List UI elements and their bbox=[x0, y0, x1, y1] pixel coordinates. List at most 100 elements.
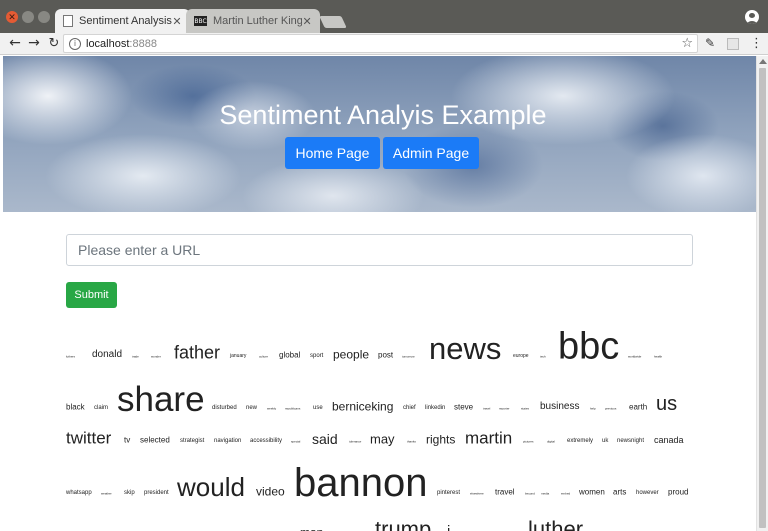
word-cloud-word: digital bbox=[547, 439, 555, 444]
extension-icon[interactable] bbox=[727, 38, 739, 50]
browser-title-bar: ✕ Sentiment Analysis ✕ BBC Martin Luther… bbox=[0, 0, 768, 33]
submit-button[interactable]: Submit bbox=[66, 282, 117, 308]
url-host: localhost bbox=[86, 37, 130, 50]
tab-martin-luther-king[interactable]: BBC Martin Luther King ✕ bbox=[186, 9, 320, 33]
back-arrow-icon[interactable]: ← bbox=[7, 34, 23, 52]
word-cloud-word: elsewhere bbox=[470, 491, 484, 496]
word-cloud-word: twitter bbox=[66, 428, 112, 448]
browser-toolbar: ← → ↻ i localhost:8888 ☆ bbox=[0, 33, 768, 55]
word-cloud-word: man bbox=[300, 526, 323, 531]
word-cloud-word: special bbox=[291, 439, 301, 444]
word-cloud: luthers donald trade wonder father january cul… bbox=[64, 322, 704, 531]
address-bar[interactable]: i localhost:8888 ☆ bbox=[63, 34, 698, 53]
tab-close-icon[interactable]: ✕ bbox=[172, 15, 182, 28]
url-port: :8888 bbox=[129, 37, 157, 50]
word-cloud-word: said bbox=[312, 430, 338, 447]
admin-page-button[interactable]: Admin Page bbox=[383, 137, 479, 169]
word-cloud-word: uk bbox=[602, 438, 609, 445]
word-cloud-word: video bbox=[256, 484, 285, 499]
word-cloud-word: donald bbox=[92, 349, 123, 360]
word-cloud-word: media bbox=[541, 491, 550, 496]
word-cloud-word: steve bbox=[454, 402, 474, 412]
word-cloud-word: arts bbox=[613, 487, 627, 497]
word-cloud-word: linkedin bbox=[425, 405, 446, 412]
word-cloud-word: people bbox=[333, 347, 370, 362]
word-cloud-word: republicans bbox=[285, 406, 301, 411]
word-cloud-word: rights bbox=[426, 432, 456, 447]
word-cloud-word: selected bbox=[140, 435, 170, 445]
scroll-up-arrow-icon[interactable] bbox=[759, 59, 767, 64]
word-cloud-word: extremely bbox=[567, 438, 594, 445]
word-cloud-word: luthers bbox=[66, 354, 76, 359]
info-icon[interactable]: i bbox=[69, 37, 81, 50]
word-cloud-word: black bbox=[66, 402, 85, 412]
eyedropper-extension-icon[interactable]: ✎ bbox=[705, 36, 715, 50]
word-cloud-word: tech bbox=[540, 354, 546, 359]
page-icon bbox=[63, 15, 73, 27]
reload-icon[interactable]: ↻ bbox=[46, 34, 62, 52]
bookmark-star-icon[interactable]: ☆ bbox=[681, 36, 693, 51]
hero-button-group: Home Page Admin Page bbox=[285, 137, 479, 169]
word-cloud-word: father bbox=[174, 342, 221, 363]
menu-icon[interactable]: ⋮ bbox=[750, 36, 763, 51]
word-cloud-word: women bbox=[579, 487, 605, 497]
word-cloud-word: however bbox=[636, 490, 659, 497]
word-cloud-word: previous bbox=[605, 406, 617, 411]
word-cloud-word: pinterest bbox=[437, 490, 461, 497]
home-page-button[interactable]: Home Page bbox=[285, 137, 380, 169]
bbc-icon: BBC bbox=[194, 16, 207, 26]
tab-sentiment-analysis[interactable]: Sentiment Analysis ✕ bbox=[55, 9, 190, 33]
word-cloud-word: business bbox=[540, 401, 580, 412]
url-input[interactable] bbox=[66, 234, 693, 266]
vertical-scrollbar[interactable] bbox=[756, 56, 768, 531]
word-cloud-word: canada bbox=[654, 434, 684, 445]
word-cloud-word: may bbox=[370, 431, 395, 447]
word-cloud-word: january bbox=[230, 353, 247, 359]
word-cloud-word: bannon bbox=[294, 461, 428, 505]
word-cloud-word: wonder bbox=[151, 354, 161, 359]
hero-banner: Sentiment Analyis Example Home Page Admi… bbox=[3, 56, 756, 212]
word-cloud-word: luther bbox=[528, 516, 584, 531]
word-cloud-word: travel bbox=[483, 406, 491, 411]
word-cloud-word: europe bbox=[513, 353, 529, 359]
page-viewport: Sentiment Analyis Example Home Page Admi… bbox=[0, 56, 768, 531]
tab-title: Martin Luther King bbox=[213, 15, 303, 27]
word-cloud-word: claim bbox=[94, 405, 109, 412]
word-cloud-word: navigation bbox=[214, 438, 242, 445]
word-cloud-word: trade bbox=[132, 354, 139, 359]
word-cloud-word: health bbox=[654, 354, 663, 359]
word-cloud-word: states bbox=[521, 406, 530, 411]
word-cloud-word: accessibility bbox=[250, 438, 283, 445]
word-cloud-word: bbc bbox=[558, 325, 620, 368]
word-cloud-word: thanks bbox=[407, 439, 416, 444]
word-cloud-word: news bbox=[429, 331, 502, 367]
word-cloud-word: post bbox=[378, 350, 394, 360]
word-cloud-word: worldwide bbox=[628, 354, 642, 359]
word-cloud-word: use bbox=[313, 405, 323, 412]
word-cloud-word: i bbox=[447, 524, 450, 531]
forward-arrow-icon[interactable]: → bbox=[26, 34, 42, 52]
word-cloud-word: would bbox=[177, 472, 245, 503]
word-cloud-word: earth bbox=[629, 402, 648, 412]
word-cloud-word: sport bbox=[310, 353, 324, 360]
window-minimize-icon[interactable] bbox=[22, 11, 34, 23]
account-icon[interactable] bbox=[745, 10, 759, 24]
word-cloud-word: new bbox=[246, 405, 258, 412]
scrollbar-thumb[interactable] bbox=[759, 68, 766, 528]
tab-close-icon[interactable]: ✕ bbox=[302, 15, 312, 28]
word-cloud-word: newsnight bbox=[617, 438, 645, 445]
page-title: Sentiment Analyis Example bbox=[219, 100, 547, 130]
word-cloud-word: weekly bbox=[267, 406, 277, 411]
word-cloud-word: weather bbox=[101, 491, 112, 496]
new-tab-button[interactable] bbox=[319, 16, 347, 28]
word-cloud-word: reporter bbox=[499, 406, 510, 411]
window-close-icon[interactable]: ✕ bbox=[6, 11, 18, 23]
window-maximize-icon[interactable] bbox=[38, 11, 50, 23]
word-cloud-word: berniceking bbox=[332, 399, 394, 414]
word-cloud-word: proud bbox=[668, 487, 689, 497]
word-cloud-word: travel bbox=[495, 487, 515, 497]
word-cloud-word: trump bbox=[375, 516, 432, 531]
word-cloud-word: share bbox=[117, 380, 205, 419]
word-cloud-word: culture bbox=[259, 354, 269, 359]
word-cloud-word: us bbox=[656, 393, 678, 415]
